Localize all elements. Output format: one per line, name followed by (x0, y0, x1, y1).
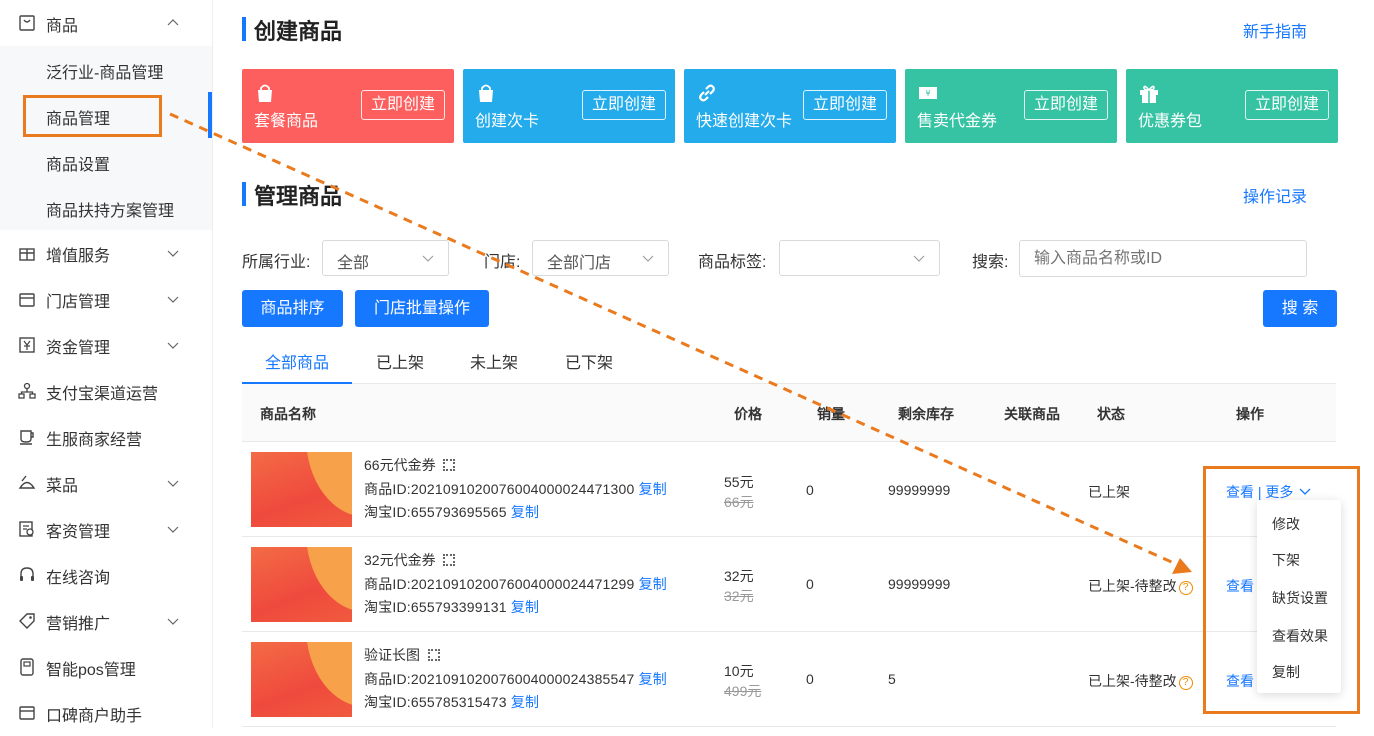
annotation-arrow (169, 112, 1192, 574)
